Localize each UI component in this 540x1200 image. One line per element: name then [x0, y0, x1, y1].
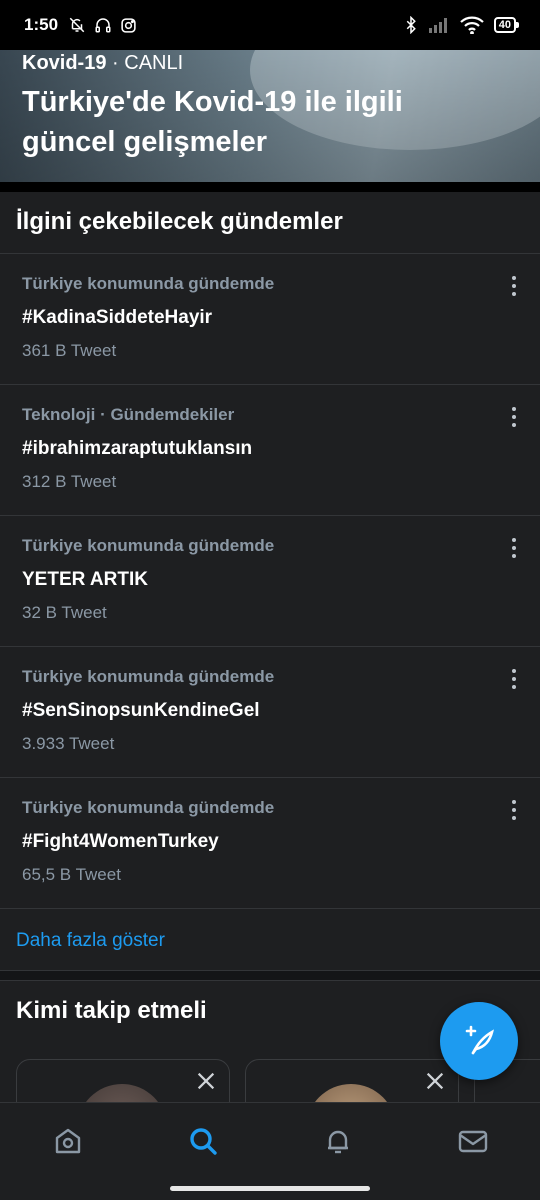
trend-item[interactable]: Türkiye konumunda gündemde #SenSinopsunK…	[0, 647, 540, 778]
trend-context: Türkiye konumunda gündemde	[22, 536, 275, 555]
compose-tweet-button[interactable]	[440, 1002, 518, 1080]
headphones-icon	[95, 18, 111, 33]
status-time: 1:50	[24, 15, 59, 34]
hero-separator: ·	[106, 52, 125, 74]
bottom-navigation	[0, 1102, 540, 1178]
show-more-link[interactable]: Daha fazla göster	[0, 909, 540, 971]
trend-name: #ibrahimzaraptutuklansın	[22, 438, 253, 459]
trend-name: #KadinaSiddeteHayir	[22, 307, 213, 328]
hero-title: Türkiye'de Kovid-19 ile ilgili güncel ge…	[22, 86, 403, 158]
more-options-icon[interactable]	[508, 276, 520, 296]
trend-context: Türkiye konumunda gündemde	[22, 274, 275, 293]
more-options-icon[interactable]	[508, 538, 520, 558]
wifi-icon	[459, 16, 484, 34]
messages-icon	[458, 1130, 487, 1152]
more-options-icon[interactable]	[508, 407, 520, 427]
battery-icon: 40	[493, 17, 520, 33]
hero-topic: Kovid-19	[22, 52, 107, 74]
follow-card[interactable]	[16, 1059, 230, 1102]
event-hero-banner[interactable]: Kovid-19 · CANLI Türkiye'de Kovid-19 ile…	[0, 50, 540, 182]
close-icon[interactable]	[195, 1070, 217, 1092]
gesture-bar	[0, 1178, 540, 1200]
hero-live-label: CANLI	[124, 52, 184, 74]
trends-section-title: İlgini çekebilecek gündemler	[0, 192, 540, 254]
nav-home[interactable]	[38, 1111, 98, 1171]
close-icon[interactable]	[424, 1070, 446, 1092]
more-options-icon[interactable]	[508, 669, 520, 689]
instagram-icon	[121, 17, 136, 33]
trend-tweet-count: 32 B Tweet	[22, 603, 107, 622]
explore-content: İlgini çekebilecek gündemler Türkiye kon…	[0, 192, 540, 1102]
trend-item[interactable]: Türkiye konumunda gündemde #Fight4WomenT…	[0, 778, 540, 909]
trend-tweet-count: 312 B Tweet	[22, 472, 117, 491]
muted-bell-icon	[69, 17, 85, 33]
trend-context: Teknoloji · Gündemdekiler	[22, 405, 235, 424]
trend-context: Türkiye konumunda gündemde	[22, 667, 275, 686]
trend-name: #SenSinopsunKendineGel	[22, 700, 260, 721]
signal-icon	[428, 18, 447, 33]
compose-feather-icon	[465, 1025, 494, 1055]
follow-card[interactable]	[245, 1059, 459, 1102]
trend-item[interactable]: Türkiye konumunda gündemde #KadinaSiddet…	[0, 254, 540, 385]
status-bar: 1:50 40	[0, 0, 540, 50]
nav-messages[interactable]	[443, 1111, 503, 1171]
search-icon	[189, 1127, 217, 1155]
trend-context: Türkiye konumunda gündemde	[22, 798, 275, 817]
section-divider	[0, 971, 540, 981]
trend-item[interactable]: Türkiye konumunda gündemde YETER ARTIK 3…	[0, 516, 540, 647]
nav-notifications[interactable]	[308, 1111, 368, 1171]
home-icon	[55, 1128, 80, 1153]
trend-tweet-count: 3.933 Tweet	[22, 734, 115, 753]
trend-item[interactable]: Teknoloji · Gündemdekiler #ibrahimzarapt…	[0, 385, 540, 516]
nav-search[interactable]	[173, 1111, 233, 1171]
home-indicator[interactable]	[170, 1186, 370, 1191]
bluetooth-icon	[406, 16, 416, 34]
trend-tweet-count: 361 B Tweet	[22, 341, 117, 360]
hero-meta: Kovid-19 · CANLI	[22, 52, 183, 75]
avatar[interactable]	[77, 1084, 167, 1102]
more-options-icon[interactable]	[508, 800, 520, 820]
avatar[interactable]	[306, 1084, 396, 1102]
trend-tweet-count: 65,5 B Tweet	[22, 865, 121, 884]
trend-name: #Fight4WomenTurkey	[22, 831, 219, 852]
trend-name: YETER ARTIK	[22, 569, 148, 590]
notifications-icon	[327, 1130, 348, 1153]
